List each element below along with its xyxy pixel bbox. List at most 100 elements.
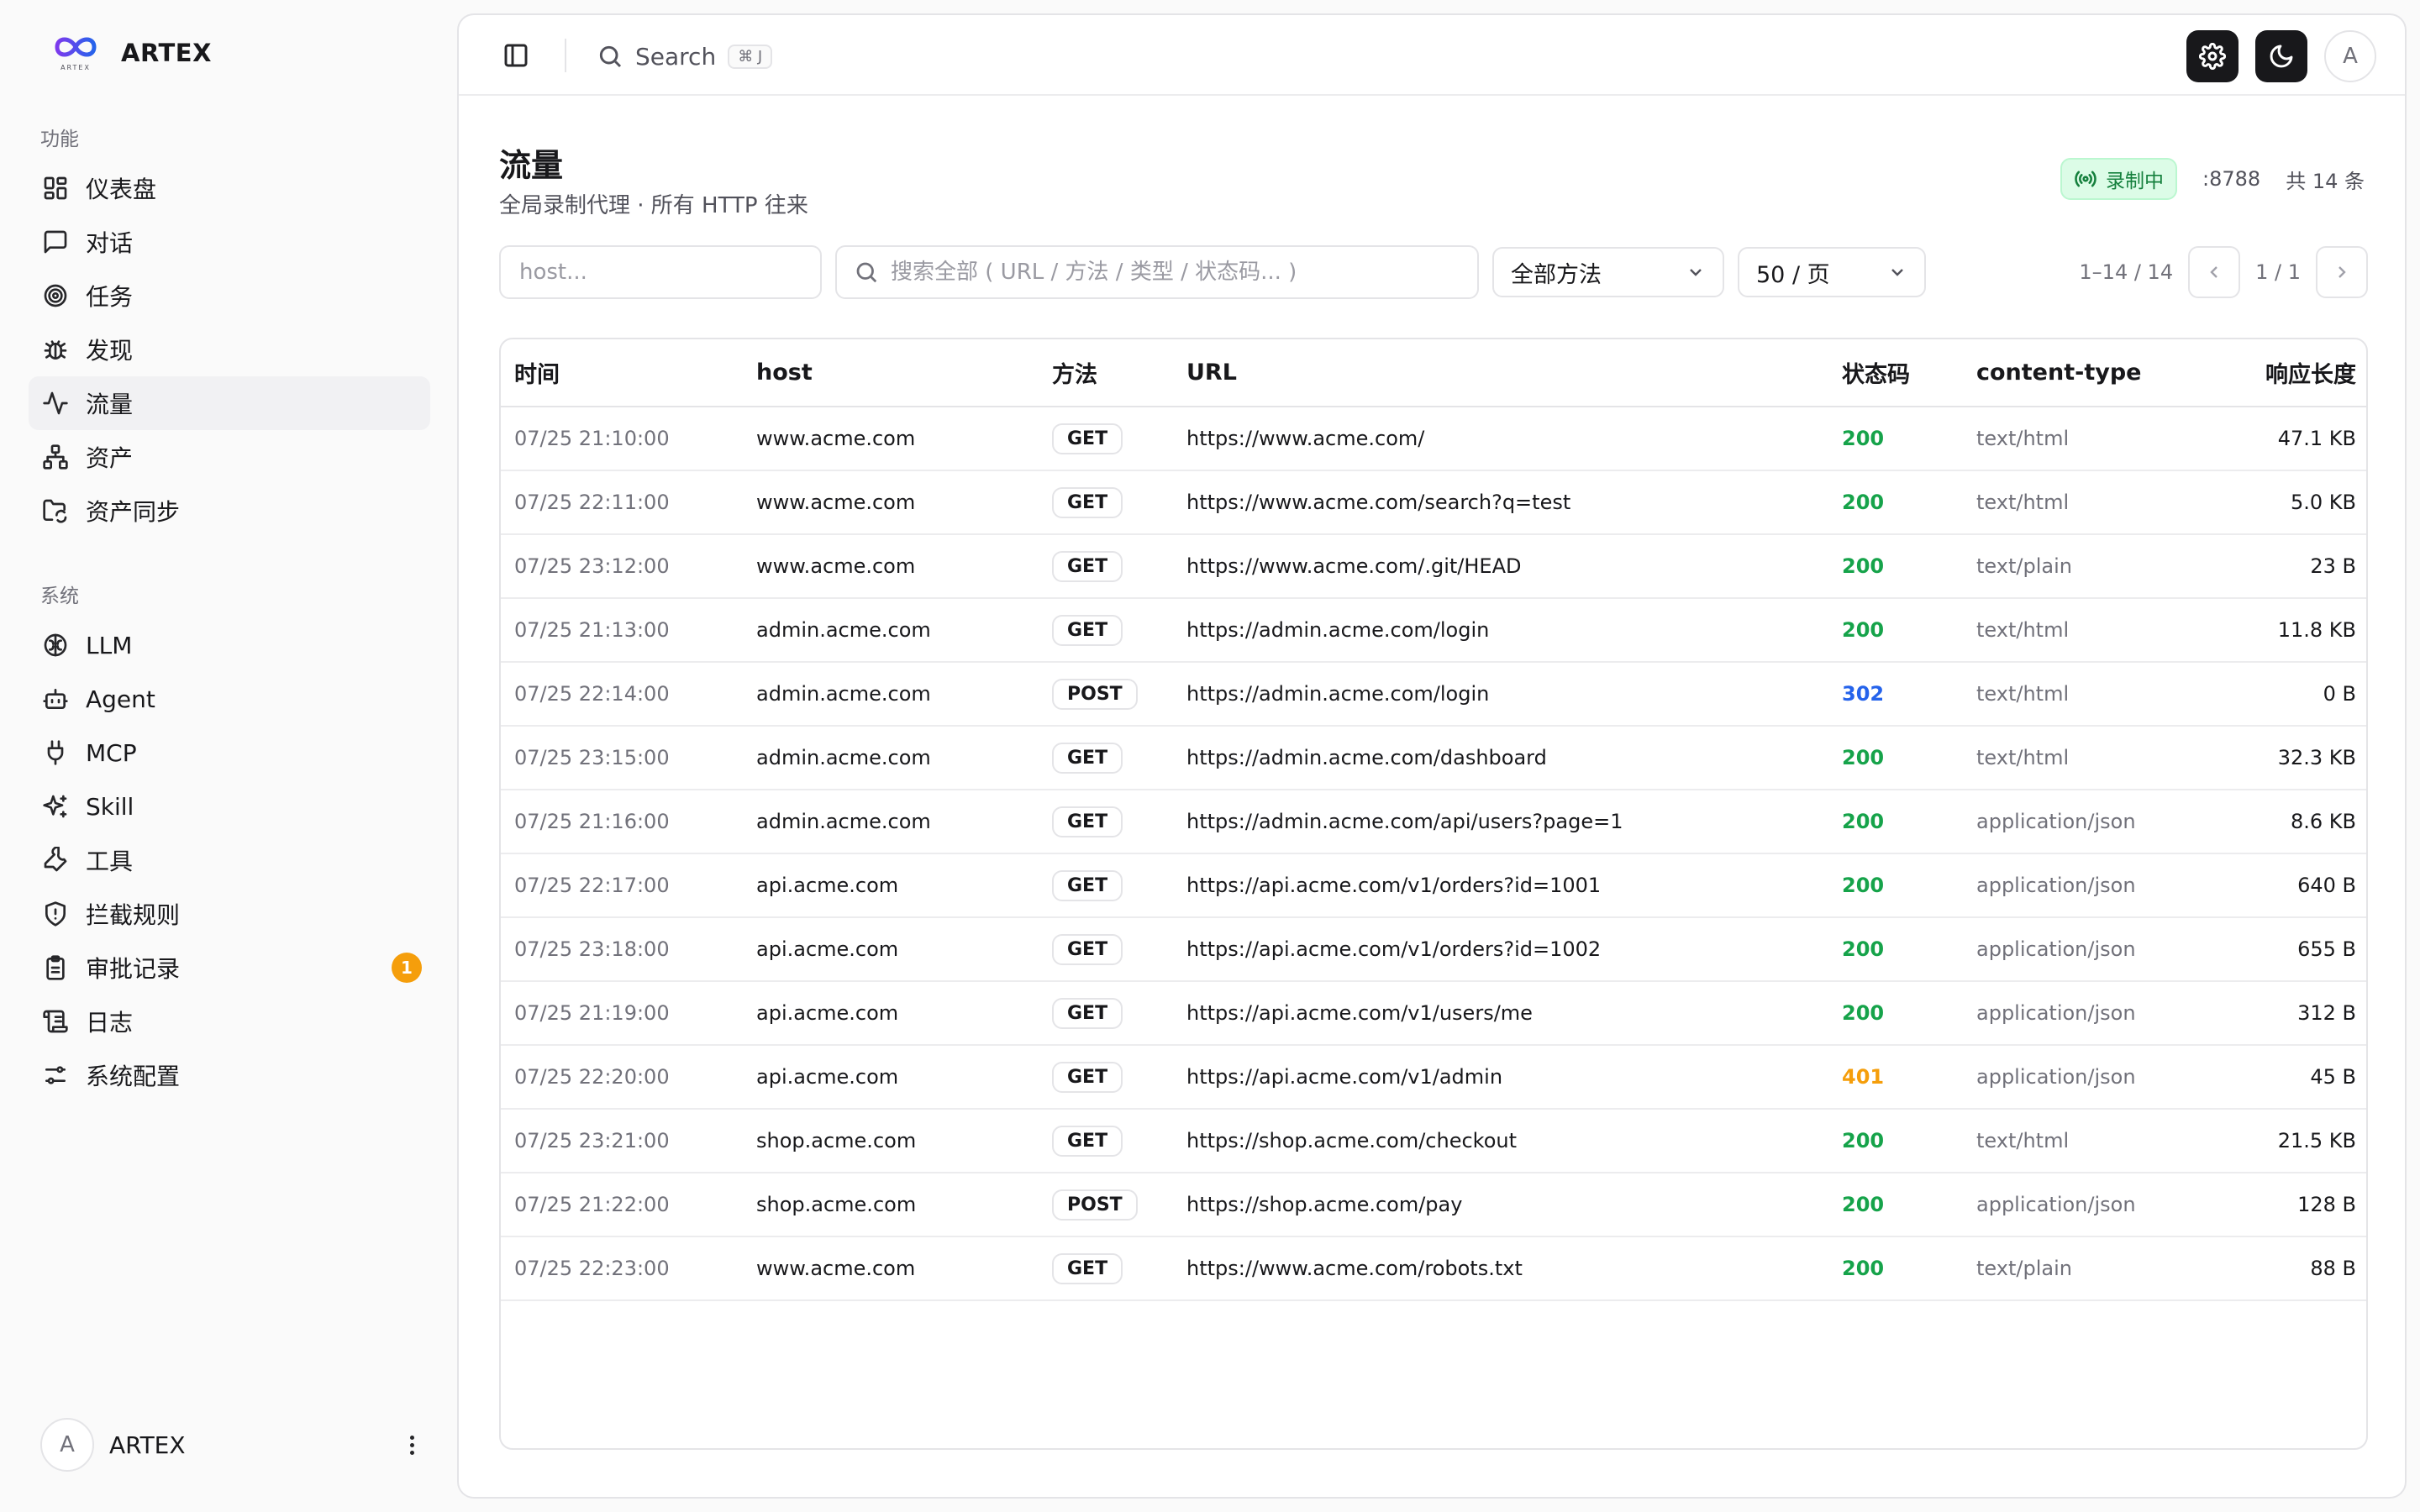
- sidebar-item-label: 系统配置: [86, 1063, 181, 1090]
- method-badge: GET: [1052, 997, 1123, 1029]
- global-search-box[interactable]: [835, 245, 1479, 299]
- search-input[interactable]: [891, 260, 1477, 285]
- user-menu[interactable]: A ARTEX: [40, 1418, 429, 1472]
- cell-host: www.acme.com: [743, 470, 1039, 535]
- chevron-down-icon: [1891, 269, 1903, 276]
- sidebar-item-skill[interactable]: Skill: [29, 780, 430, 833]
- sidebar-item-settings[interactable]: 系统配置: [29, 1048, 430, 1102]
- cell-time: 07/25 23:15:00: [501, 726, 743, 790]
- sidebar-item-llm[interactable]: LLM: [29, 618, 430, 672]
- method-badge: GET: [1052, 423, 1123, 454]
- dashboard-icon: [40, 173, 71, 203]
- cell-status: 200: [1828, 981, 1963, 1046]
- radio-broadcast-icon: [2075, 171, 2096, 187]
- status-code: 200: [1842, 1129, 1885, 1152]
- cell-length: 32.3 KB: [2227, 726, 2366, 790]
- column-header-content-type[interactable]: content-type: [1963, 339, 2227, 407]
- sidebar-item-traffic[interactable]: 流量: [29, 376, 430, 430]
- sidebar-item-approvals[interactable]: 审批记录 1: [29, 941, 430, 995]
- table-row[interactable]: 07/25 22:23:00 www.acme.com GET https://www…: [501, 1236, 2366, 1301]
- table-row[interactable]: 07/25 21:10:00 www.acme.com GET https://www…: [501, 407, 2366, 471]
- theme-toggle-button[interactable]: [2255, 30, 2307, 82]
- table-row[interactable]: 07/25 23:18:00 api.acme.com GET https://api…: [501, 917, 2366, 982]
- prev-page-button[interactable]: [2188, 246, 2241, 298]
- sidebar-item-mcp[interactable]: MCP: [29, 726, 430, 780]
- settings-button[interactable]: [2186, 30, 2238, 82]
- cell-url: https://www.acme.com/: [1173, 407, 1828, 471]
- cell-content-type: application/json: [1963, 790, 2227, 854]
- status-code: 200: [1842, 746, 1885, 769]
- activity-icon: [40, 388, 71, 418]
- sidebar-item-logs[interactable]: 日志: [29, 995, 430, 1048]
- cell-host: admin.acme.com: [743, 726, 1039, 790]
- cell-url: https://admin.acme.com/login: [1173, 662, 1828, 727]
- cell-time: 07/25 21:16:00: [501, 790, 743, 854]
- table-row[interactable]: 07/25 22:11:00 www.acme.com GET https://www…: [501, 470, 2366, 535]
- sidebar-item-tools[interactable]: 工具: [29, 833, 430, 887]
- page-size-value: 50 / 页: [1756, 261, 1830, 288]
- column-header-host[interactable]: host: [743, 339, 1039, 407]
- sidebar-item-findings[interactable]: 发现: [29, 323, 430, 376]
- cell-content-type: text/html: [1963, 662, 2227, 727]
- cell-status: 200: [1828, 917, 1963, 982]
- scroll-icon: [40, 1006, 71, 1037]
- column-header-time[interactable]: 时间: [501, 339, 743, 407]
- cell-length: 88 B: [2227, 1236, 2366, 1301]
- sidebar-item-asset-sync[interactable]: 资产同步: [29, 484, 430, 538]
- table-row[interactable]: 07/25 23:15:00 admin.acme.com GET https://a…: [501, 726, 2366, 790]
- method-badge: GET: [1052, 806, 1123, 837]
- table-row[interactable]: 07/25 21:13:00 admin.acme.com GET https://a…: [501, 598, 2366, 663]
- cell-url: https://admin.acme.com/dashboard: [1173, 726, 1828, 790]
- cell-status: 200: [1828, 534, 1963, 599]
- sidebar-toggle-icon[interactable]: [502, 42, 533, 72]
- sidebar-item-dashboard[interactable]: 仪表盘: [29, 161, 430, 215]
- column-header-status[interactable]: 状态码: [1828, 339, 1963, 407]
- table-row[interactable]: 07/25 23:21:00 shop.acme.com GET https://sh…: [501, 1109, 2366, 1173]
- sidebar-item-agent[interactable]: Agent: [29, 672, 430, 726]
- section-label-system: 系统: [40, 585, 79, 607]
- sidebar-item-chat[interactable]: 对话: [29, 215, 430, 269]
- cell-content-type: text/html: [1963, 726, 2227, 790]
- column-header-method[interactable]: 方法: [1039, 339, 1173, 407]
- sidebar-item-tasks[interactable]: 任务: [29, 269, 430, 323]
- artex-logo: ARTEX: [50, 34, 101, 72]
- sidebar-item-label: 审批记录: [86, 955, 181, 983]
- main-panel: Search ⌘ J A 流量 全局录制代理 · 所有 HTTP 往来 录制中 …: [457, 13, 2407, 1499]
- cell-method: GET: [1039, 407, 1173, 471]
- brand[interactable]: ARTEX ARTEX: [50, 34, 212, 72]
- sliders-icon: [40, 1060, 71, 1090]
- status-code: 200: [1842, 618, 1885, 642]
- sidebar-item-label: 仪表盘: [86, 176, 157, 203]
- host-filter-input[interactable]: [499, 245, 822, 299]
- more-vertical-icon[interactable]: [395, 1428, 429, 1462]
- column-header-length[interactable]: 响应长度: [2227, 339, 2366, 407]
- cell-url: https://shop.acme.com/checkout: [1173, 1109, 1828, 1173]
- next-page-button[interactable]: [2316, 246, 2368, 298]
- table-row[interactable]: 07/25 21:19:00 api.acme.com GET https://api…: [501, 981, 2366, 1046]
- method-badge: GET: [1052, 869, 1123, 901]
- table-row[interactable]: 07/25 21:22:00 shop.acme.com POST https://s…: [501, 1173, 2366, 1237]
- cell-status: 200: [1828, 470, 1963, 535]
- command-search-button[interactable]: Search ⌘ J: [597, 37, 773, 76]
- sidebar-item-assets[interactable]: 资产: [29, 430, 430, 484]
- status-code: 200: [1842, 874, 1885, 897]
- pagination: 1–14 / 14 1 / 1: [2079, 245, 2368, 299]
- avatar[interactable]: A: [2324, 30, 2376, 82]
- cell-time: 07/25 22:17:00: [501, 853, 743, 918]
- status-code: 200: [1842, 1001, 1885, 1025]
- page-range: 1–14 / 14: [2079, 260, 2174, 284]
- cell-method: GET: [1039, 726, 1173, 790]
- cell-length: 8.6 KB: [2227, 790, 2366, 854]
- sidebar-item-intercept-rules[interactable]: 拦截规则: [29, 887, 430, 941]
- table-row[interactable]: 07/25 22:17:00 api.acme.com GET https://api…: [501, 853, 2366, 918]
- method-badge: GET: [1052, 933, 1123, 965]
- sidebar-item-label: 日志: [86, 1009, 134, 1037]
- page-size-select[interactable]: 50 / 页: [1738, 247, 1926, 297]
- column-header-url[interactable]: URL: [1173, 339, 1828, 407]
- table-row[interactable]: 07/25 22:20:00 api.acme.com GET https://api…: [501, 1045, 2366, 1110]
- status-code: 200: [1842, 427, 1885, 450]
- table-row[interactable]: 07/25 21:16:00 admin.acme.com GET https://a…: [501, 790, 2366, 854]
- method-select[interactable]: 全部方法: [1492, 247, 1724, 297]
- table-row[interactable]: 07/25 22:14:00 admin.acme.com POST https://…: [501, 662, 2366, 727]
- table-row[interactable]: 07/25 23:12:00 www.acme.com GET https://www…: [501, 534, 2366, 599]
